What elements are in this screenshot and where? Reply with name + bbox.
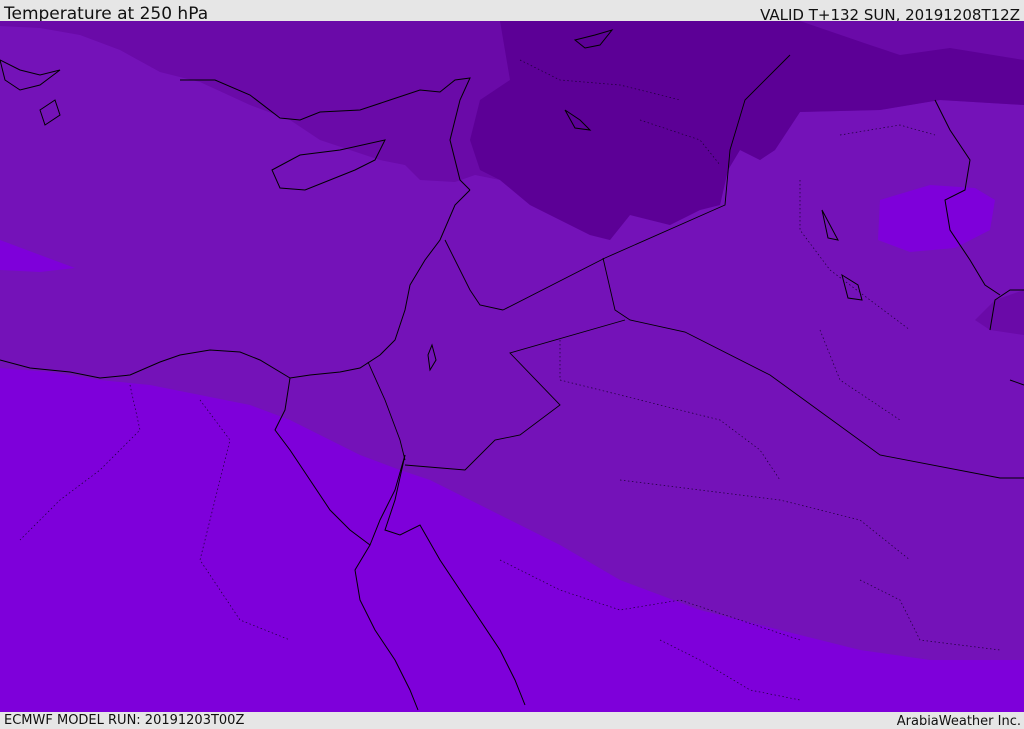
credit-label: ArabiaWeather Inc. bbox=[896, 714, 1021, 729]
header-bar: Temperature at 250 hPa VALID T+132 SUN, … bbox=[0, 0, 1024, 24]
temperature-map bbox=[0, 21, 1024, 712]
footer-bar: ECMWF MODEL RUN: 20191203T00Z ArabiaWeat… bbox=[0, 712, 1024, 729]
model-run: ECMWF MODEL RUN: 20191203T00Z bbox=[4, 713, 245, 728]
map-viewer: Temperature at 250 hPa VALID T+132 SUN, … bbox=[0, 0, 1024, 729]
map-canvas[interactable] bbox=[0, 21, 1024, 712]
